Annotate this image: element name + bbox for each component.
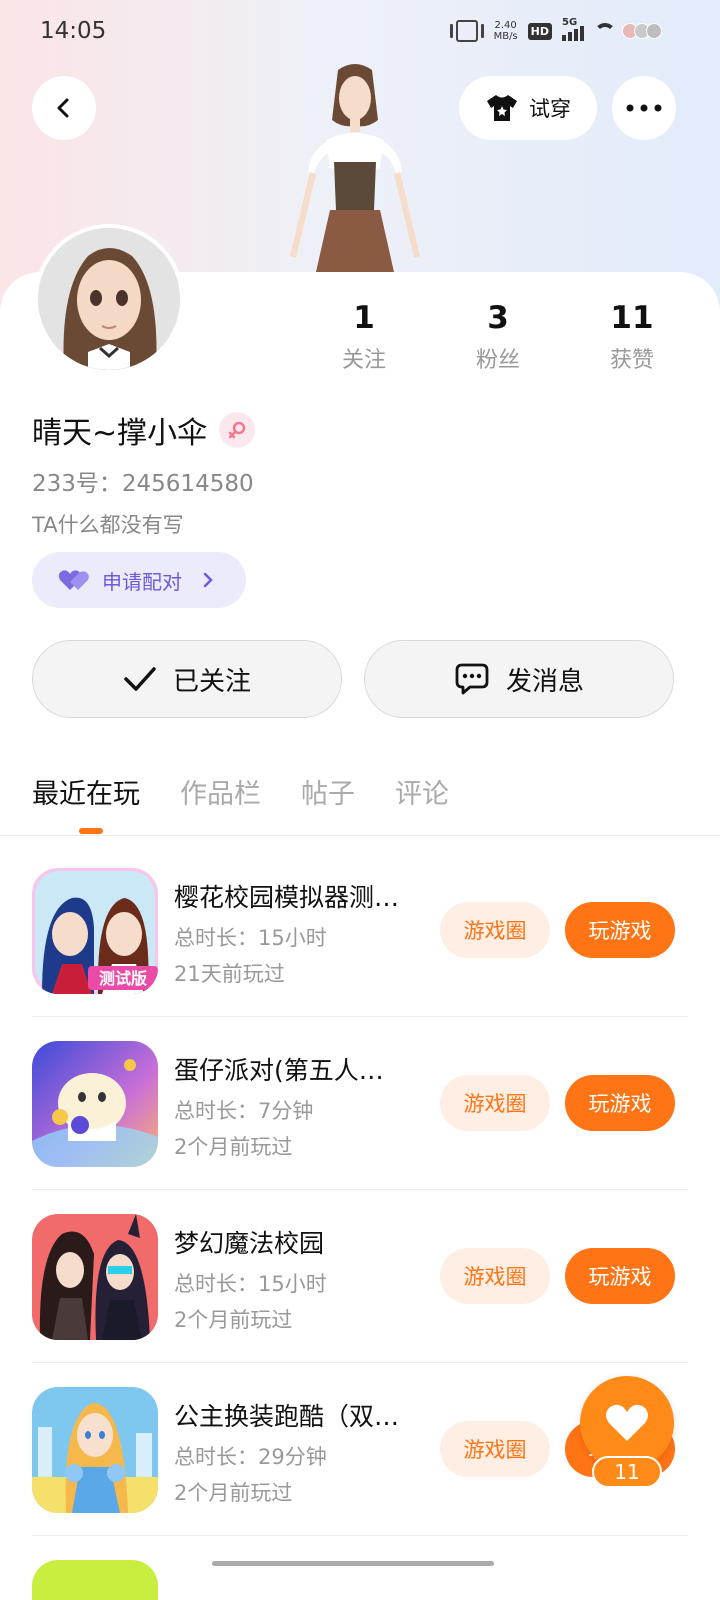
status-time: 14:05	[40, 18, 107, 44]
list-divider	[32, 1189, 688, 1190]
game-icon-eggy-party[interactable]	[32, 1041, 158, 1167]
try-on-button[interactable]: 试穿	[459, 76, 597, 140]
stat-likes[interactable]: 11 获赞	[572, 300, 692, 374]
game-name: 樱花校园模拟器测…	[174, 883, 400, 912]
tab-works[interactable]: 作品栏	[180, 772, 261, 811]
request-pair-label: 申请配对	[102, 569, 182, 594]
notification-avatars	[622, 23, 662, 39]
wifi-icon	[594, 23, 616, 39]
play-game-button[interactable]: 玩游戏	[565, 902, 675, 958]
network-speed: 2.40 MB/s	[493, 20, 518, 42]
game-last-played: 2个月前玩过	[174, 1308, 293, 1332]
game-name: 蛋仔派对(第五人…	[174, 1056, 384, 1085]
hd-icon: HD	[527, 22, 552, 40]
tabs-divider	[0, 835, 720, 836]
game-circle-button[interactable]: 游戏圈	[440, 902, 550, 958]
signal-icon: 5G	[562, 17, 584, 41]
tab-posts[interactable]: 帖子	[301, 772, 355, 811]
username-row: 晴天~撑小伞	[32, 408, 256, 452]
tshirt-icon	[487, 95, 517, 121]
request-pair-button[interactable]: 申请配对	[32, 552, 246, 608]
tab-recently-played[interactable]: 最近在玩	[32, 772, 140, 811]
status-icons: 2.40 MB/s HD 5G	[449, 17, 662, 42]
username: 晴天~撑小伞	[32, 416, 208, 451]
list-divider	[32, 1016, 688, 1017]
followed-label: 已关注	[172, 666, 251, 697]
heart-icon	[606, 1404, 648, 1441]
game-name: 梦幻魔法校园	[174, 1229, 325, 1258]
vibrate-icon	[449, 20, 484, 42]
game-duration: 总时长：7分钟	[174, 1099, 314, 1123]
game-icon-sakura-school[interactable]: 测试版	[32, 868, 158, 994]
game-last-played: 21天前玩过	[174, 962, 285, 986]
tab-indicator	[79, 828, 103, 834]
stat-following[interactable]: 1 关注	[304, 300, 424, 374]
back-arrow-icon	[57, 98, 69, 118]
try-on-label: 试穿	[529, 97, 571, 121]
tab-comments[interactable]: 评论	[395, 772, 449, 811]
game-list-item[interactable]: 梦幻魔法校园 总时长：15小时 2个月前玩过 游戏圈 玩游戏	[32, 1214, 688, 1388]
double-heart-icon	[58, 570, 89, 590]
game-circle-button[interactable]: 游戏圈	[440, 1248, 550, 1304]
game-list-item[interactable]: 蛋仔派对(第五人… 总时长：7分钟 2个月前玩过 游戏圈 玩游戏	[32, 1041, 688, 1215]
back-button[interactable]	[32, 76, 96, 140]
game-last-played: 2个月前玩过	[174, 1481, 293, 1505]
avatar-figure-image	[270, 60, 440, 275]
list-divider	[32, 1535, 688, 1536]
next-game-icon-peek	[32, 1560, 158, 1600]
user-id: 233号：245614580	[32, 471, 254, 497]
followed-button[interactable]: 已关注	[32, 640, 342, 718]
chevron-right-icon	[203, 572, 213, 588]
stat-followers[interactable]: 3 粉丝	[438, 300, 558, 374]
play-game-button[interactable]: 玩游戏	[565, 1075, 675, 1131]
list-divider	[32, 1362, 688, 1363]
bio: TA什么都没有写	[32, 513, 184, 537]
checkmark-icon	[124, 667, 156, 691]
send-message-button[interactable]: 发消息	[364, 640, 674, 718]
like-count-badge: 11	[592, 1456, 662, 1488]
svg-text:测试版: 测试版	[99, 969, 147, 988]
home-indicator[interactable]	[212, 1561, 494, 1566]
game-last-played: 2个月前玩过	[174, 1135, 293, 1159]
status-bar: 14:05 2.40 MB/s HD 5G	[0, 0, 720, 64]
game-duration: 总时长：15小时	[174, 926, 327, 950]
more-options-button[interactable]	[612, 76, 676, 140]
send-message-label: 发消息	[505, 666, 584, 697]
chat-bubble-icon	[455, 663, 489, 695]
profile-tabs: 最近在玩 作品栏 帖子 评论	[32, 772, 449, 811]
game-circle-button[interactable]: 游戏圈	[440, 1421, 550, 1477]
game-duration: 总时长：15小时	[174, 1272, 327, 1296]
more-dots-icon	[626, 104, 662, 112]
game-duration: 总时长：29分钟	[174, 1445, 327, 1469]
game-icon-princess-parkour[interactable]	[32, 1387, 158, 1513]
game-icon-magic-school[interactable]	[32, 1214, 158, 1340]
game-name: 公主换装跑酷（双…	[174, 1402, 400, 1431]
female-icon	[219, 412, 256, 448]
game-list-item[interactable]: 测试版 樱花校园模拟器测… 总时长：15小时 21天前玩过 游戏圈 玩游戏	[32, 868, 688, 1042]
avatar[interactable]	[34, 224, 184, 374]
play-game-button[interactable]: 玩游戏	[565, 1248, 675, 1304]
game-circle-button[interactable]: 游戏圈	[440, 1075, 550, 1131]
